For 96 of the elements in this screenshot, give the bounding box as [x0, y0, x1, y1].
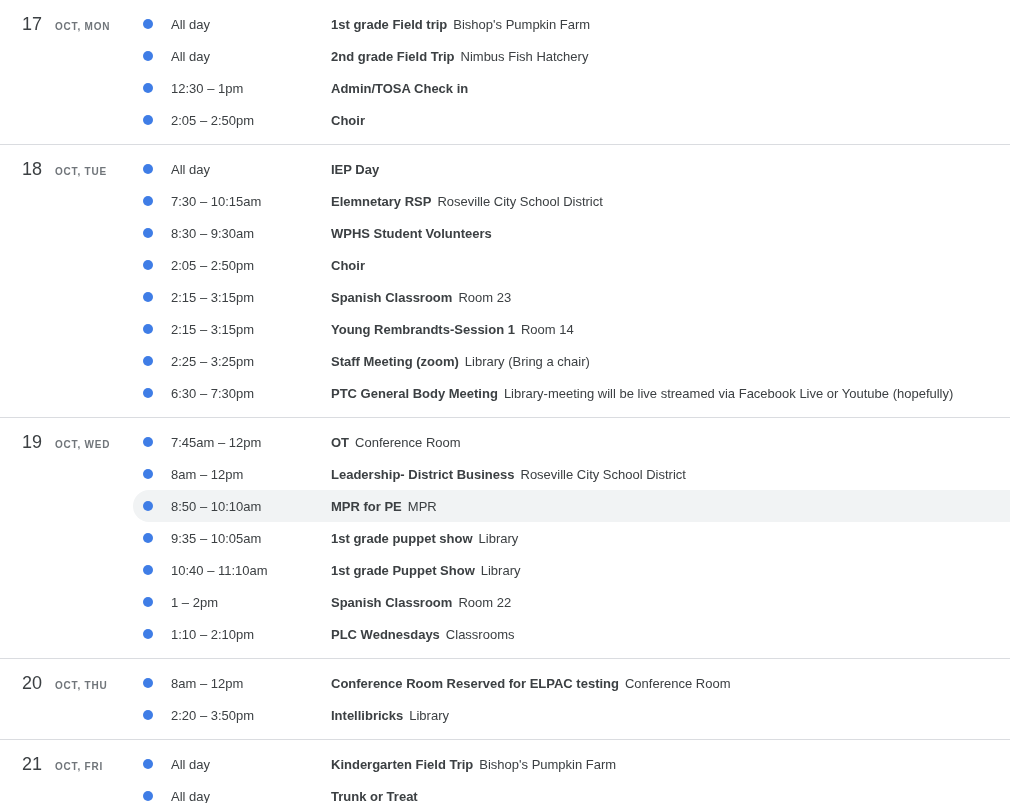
- event-time: 8:50 – 10:10am: [171, 498, 262, 514]
- event-location: Room 14: [520, 321, 574, 337]
- event-title: Staff Meeting (zoom): [331, 353, 459, 369]
- event-title: PTC General Body Meeting: [331, 385, 498, 401]
- day-number: 18: [22, 159, 44, 180]
- event-time: 1 – 2pm: [171, 594, 218, 610]
- event-title: Spanish Classroom: [331, 289, 453, 305]
- event-time: All day: [171, 756, 211, 772]
- event-location: Library: [480, 562, 521, 578]
- event-location: Room 22: [458, 594, 512, 610]
- event-row[interactable]: All day Kindergarten Field Trip Bishop's Pumpkin Farm: [133, 748, 1010, 780]
- event-time: 2:20 – 3:50pm: [171, 707, 255, 723]
- event-row[interactable]: 2:05 – 2:50pm Choir: [133, 249, 1010, 281]
- event-title: IEP Day: [331, 161, 380, 177]
- event-title: Intellibricks: [331, 707, 404, 723]
- event-row[interactable]: All day 2nd grade Field Trip Nimbus Fish Hatchery: [133, 40, 1010, 72]
- event-title: Trunk or Treat: [331, 788, 418, 803]
- event-title: Elemnetary RSP: [331, 193, 432, 209]
- day-number: 19: [22, 432, 44, 453]
- event-time: 7:45am – 12pm: [171, 434, 262, 450]
- event-location: Library-meeting will be live streamed via Facebook Live or Youtube (hopefully): [503, 385, 954, 401]
- day-label: OCT, TUE: [55, 166, 107, 177]
- event-row[interactable]: 7:30 – 10:15am Elemnetary RSP Roseville City School District: [133, 185, 1010, 217]
- day-number: 20: [22, 673, 44, 694]
- event-time: All day: [171, 48, 211, 64]
- event-title: Choir: [331, 112, 365, 128]
- day-number: 21: [22, 754, 44, 775]
- event-title: Young Rembrandts-Session 1: [331, 321, 515, 337]
- event-row[interactable]: 2:05 – 2:50pm Choir: [133, 104, 1010, 136]
- event-location: Classrooms: [445, 626, 515, 642]
- event-row[interactable]: 9:35 – 10:05am 1st grade puppet show Library: [133, 522, 1010, 554]
- event-location: Roseville City School District: [520, 466, 686, 482]
- event-location: Bishop's Pumpkin Farm: [479, 756, 617, 772]
- event-time: 2:15 – 3:15pm: [171, 289, 255, 305]
- event-row[interactable]: 6:30 – 7:30pm PTC General Body Meeting Library-meeting will be live streamed via Facebook Live or Youtube (hopefully): [133, 377, 1010, 409]
- event-title: Admin/TOSA Check in: [331, 80, 469, 96]
- event-title: MPR for PE: [331, 498, 402, 514]
- event-time: All day: [171, 788, 211, 803]
- event-row[interactable]: 2:25 – 3:25pm Staff Meeting (zoom) Library (Bring a chair): [133, 345, 1010, 377]
- day-label: OCT, FRI: [55, 761, 104, 772]
- event-title: Leadership- District Business: [331, 466, 515, 482]
- event-row[interactable]: 1:10 – 2:10pm PLC Wednesdays Classrooms: [133, 618, 1010, 650]
- event-row[interactable]: 8:30 – 9:30am WPHS Student Volunteers: [133, 217, 1010, 249]
- event-location: Library (Bring a chair): [464, 353, 590, 369]
- event-time: 8am – 12pm: [171, 675, 244, 691]
- event-row[interactable]: All day IEP Day: [133, 153, 1010, 185]
- event-time: All day: [171, 16, 211, 32]
- event-time: 8am – 12pm: [171, 466, 244, 482]
- event-location: Room 23: [458, 289, 512, 305]
- event-time: 1:10 – 2:10pm: [171, 626, 255, 642]
- event-time: 7:30 – 10:15am: [171, 193, 262, 209]
- event-row[interactable]: 2:15 – 3:15pm Young Rembrandts-Session 1 Room 14: [133, 313, 1010, 345]
- day-label: OCT, THU: [55, 680, 108, 691]
- event-time: 2:05 – 2:50pm: [171, 257, 255, 273]
- event-row[interactable]: 8am – 12pm Leadership- District Business Roseville City School District: [133, 458, 1010, 490]
- event-location: Bishop's Pumpkin Farm: [453, 16, 591, 32]
- event-row[interactable]: 7:45am – 12pm OT Conference Room: [133, 426, 1010, 458]
- event-location: Library: [409, 707, 449, 723]
- event-row[interactable]: 10:40 – 11:10am 1st grade Puppet Show Library: [133, 554, 1010, 586]
- event-title: PLC Wednesdays: [331, 626, 440, 642]
- event-title: Conference Room Reserved for ELPAC testing: [331, 675, 619, 691]
- event-title: 1st grade puppet show: [331, 530, 473, 546]
- event-location: Nimbus Fish Hatchery: [460, 48, 589, 64]
- event-time: 10:40 – 11:10am: [171, 562, 268, 578]
- event-title: Kindergarten Field Trip: [331, 756, 474, 772]
- event-time: 9:35 – 10:05am: [171, 530, 262, 546]
- event-title: 2nd grade Field Trip: [331, 48, 455, 64]
- event-row[interactable]: 8:50 – 10:10am MPR for PE MPR: [133, 490, 1010, 522]
- event-row[interactable]: 2:20 – 3:50pm Intellibricks Library: [133, 699, 1010, 731]
- day-label: OCT, MON: [55, 21, 111, 32]
- event-location: MPR: [407, 498, 437, 514]
- event-time: All day: [171, 161, 211, 177]
- day-number: 17: [22, 14, 44, 35]
- event-row[interactable]: All day Trunk or Treat: [133, 780, 1010, 803]
- event-time: 6:30 – 7:30pm: [171, 385, 255, 401]
- event-row[interactable]: 12:30 – 1pm Admin/TOSA Check in: [133, 72, 1010, 104]
- event-title: 1st grade Field trip: [331, 16, 448, 32]
- event-row[interactable]: All day 1st grade Field trip Bishop's Pumpkin Farm: [133, 8, 1010, 40]
- day-label: OCT, WED: [55, 439, 111, 450]
- event-title: 1st grade Puppet Show: [331, 562, 475, 578]
- event-title: Choir: [331, 257, 365, 273]
- event-location: Conference Room: [625, 675, 731, 691]
- event-title: WPHS Student Volunteers: [331, 225, 492, 241]
- event-time: 8:30 – 9:30am: [171, 225, 255, 241]
- event-row[interactable]: 8am – 12pm Conference Room Reserved for ELPAC testing Conference Room: [133, 667, 1010, 699]
- event-title: OT: [331, 434, 350, 450]
- event-time: 2:05 – 2:50pm: [171, 112, 255, 128]
- event-time: 2:25 – 3:25pm: [171, 353, 255, 369]
- event-title: Spanish Classroom: [331, 594, 453, 610]
- event-location: Conference Room: [355, 434, 461, 450]
- event-time: 2:15 – 3:15pm: [171, 321, 255, 337]
- event-row[interactable]: 1 – 2pm Spanish Classroom Room 22: [133, 586, 1010, 618]
- event-time: 12:30 – 1pm: [171, 80, 244, 96]
- event-location: Roseville City School District: [437, 193, 603, 209]
- event-row[interactable]: 2:15 – 3:15pm Spanish Classroom Room 23: [133, 281, 1010, 313]
- event-location: Library: [478, 530, 519, 546]
